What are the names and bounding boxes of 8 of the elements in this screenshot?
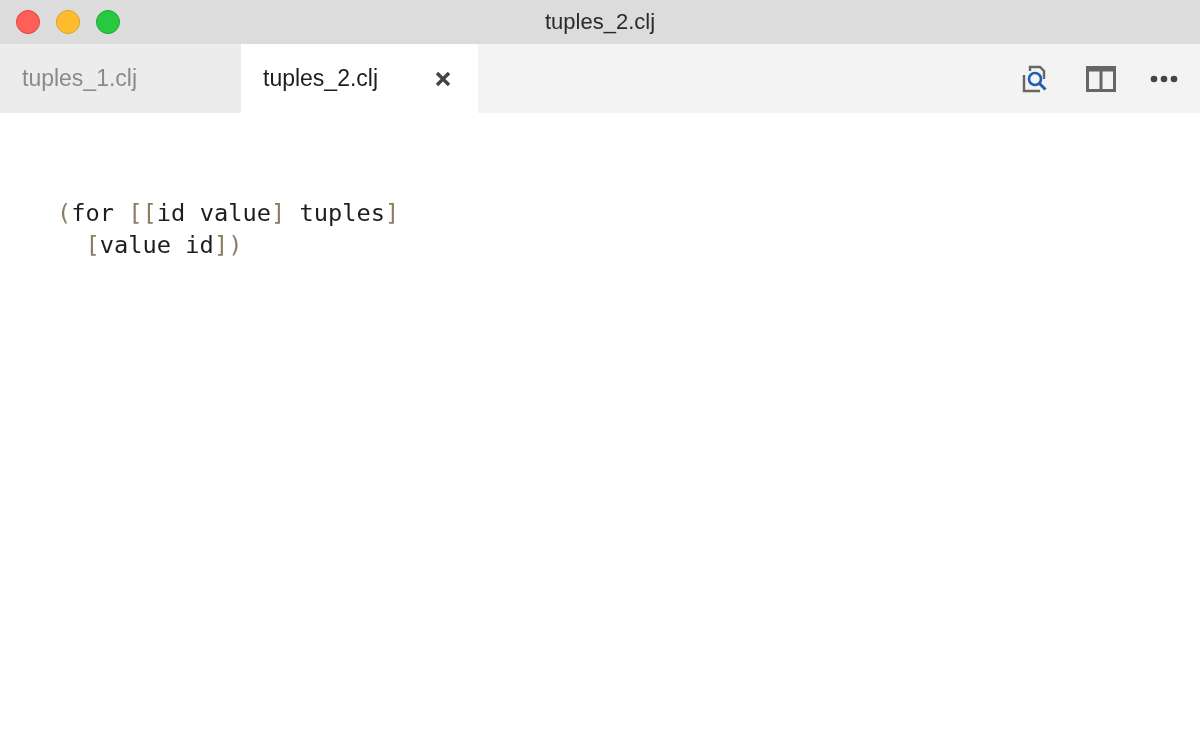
more-icon[interactable] — [1150, 74, 1178, 83]
editor-tab[interactable]: tuples_2.clj — [241, 44, 478, 113]
close-icon[interactable] — [434, 69, 452, 88]
code-line: [value id]) — [84, 230, 243, 261]
window-title: tuples_2.clj — [544, 9, 656, 35]
split-editor-icon[interactable] — [1086, 65, 1116, 92]
close-window-button[interactable] — [16, 10, 40, 34]
code-line: (for [[id value] tuples] — [57, 198, 400, 229]
